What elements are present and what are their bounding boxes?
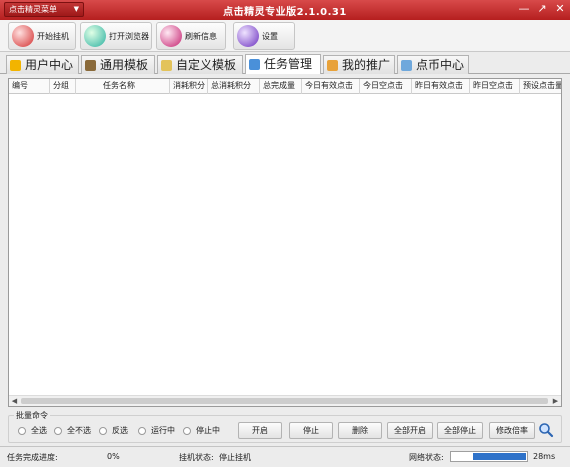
tab-label: 我的推广 (342, 57, 391, 72)
network-status-label: 网络状态: (409, 453, 444, 462)
tab-custom-template[interactable]: 自定义模板 (157, 55, 243, 74)
network-latency: 28ms (533, 452, 556, 461)
refresh-info-label: 刷新信息 (185, 31, 217, 41)
radio-label: 反选 (112, 426, 128, 435)
scroll-right-icon[interactable]: ▶ (550, 396, 561, 406)
column-header[interactable]: 今日有效点击 (302, 79, 360, 94)
radio-icon (138, 426, 146, 435)
delete-button[interactable]: 删除 (338, 422, 382, 439)
browser-icon (84, 25, 106, 47)
column-header[interactable]: 昨日空点击 (470, 79, 520, 94)
tab-label: 任务管理 (264, 57, 313, 71)
settings-button[interactable]: 设置 (233, 22, 295, 50)
column-header[interactable]: 总消耗积分 (208, 79, 260, 94)
horizontal-scrollbar[interactable]: ◀ ▶ (9, 395, 561, 406)
progress-value: 0% (107, 452, 120, 461)
radio-invert[interactable]: 反选 (99, 425, 128, 436)
hang-status-label: 挂机状态: (179, 453, 214, 462)
refresh-info-button[interactable]: 刷新信息 (156, 22, 226, 50)
radio-icon (183, 426, 191, 435)
radio-icon (54, 426, 62, 435)
table-header: 编号 分组 任务名称 消耗积分 总消耗积分 总完成量 今日有效点击 今日空点击 … (9, 79, 561, 94)
star-icon (10, 59, 21, 71)
promotion-icon (327, 59, 338, 71)
stop-all-button[interactable]: 全部停止 (437, 422, 483, 439)
title-bar: 点击精灵菜单 ▼ 点击精灵专业版2.1.0.31 — ↗ ✕ (0, 0, 570, 20)
radio-label: 运行中 (151, 426, 175, 435)
radio-label: 停止中 (196, 426, 220, 435)
column-header[interactable]: 总完成量 (260, 79, 302, 94)
column-header[interactable]: 昨日有效点击 (412, 79, 470, 94)
radio-stopped[interactable]: 停止中 (183, 425, 220, 436)
close-button[interactable]: ✕ (552, 1, 568, 17)
task-icon (249, 59, 260, 70)
status-bar: 任务完成进度: 0% 挂机状态: 停止挂机 网络状态: 28ms (0, 446, 570, 467)
scroll-left-icon[interactable]: ◀ (9, 396, 20, 406)
column-header[interactable]: 任务名称 (76, 79, 170, 94)
radio-label: 全不选 (67, 426, 91, 435)
tab-coin-center[interactable]: 点币中心 (397, 55, 469, 74)
batch-title: 批量命令 (14, 410, 50, 421)
refresh-icon (160, 25, 182, 47)
tab-label: 通用模板 (100, 57, 149, 72)
tab-task-management[interactable]: 任务管理 (245, 54, 321, 74)
column-header[interactable]: 消耗积分 (170, 79, 208, 94)
column-header[interactable]: 编号 (9, 79, 50, 94)
column-header[interactable]: 今日空点击 (360, 79, 412, 94)
tab-my-promotion[interactable]: 我的推广 (323, 55, 395, 74)
stop-button[interactable]: 停止 (289, 422, 333, 439)
column-header[interactable]: 预设点击量 (520, 79, 561, 94)
settings-label: 设置 (262, 31, 278, 41)
cart-icon (401, 59, 412, 71)
tab-label: 用户中心 (25, 57, 74, 72)
tab-bar: 用户中心 通用模板 自定义模板 任务管理 我的推广 点币中心 (0, 54, 570, 74)
start-hang-label: 开始挂机 (37, 31, 69, 41)
start-hang-button[interactable]: 开始挂机 (8, 22, 76, 50)
radio-icon (99, 426, 107, 435)
network-level-fill (473, 453, 526, 460)
tab-label: 点币中心 (416, 57, 465, 72)
gear-icon (237, 25, 259, 47)
tool-icon (85, 59, 96, 71)
app-title: 点击精灵专业版2.1.0.31 (223, 7, 347, 18)
open-browser-button[interactable]: 打开浏览器 (80, 22, 152, 50)
progress-label: 任务完成进度: (7, 453, 58, 462)
radio-icon (18, 426, 26, 435)
start-button[interactable]: 开启 (238, 422, 282, 439)
radio-running[interactable]: 运行中 (138, 425, 175, 436)
open-browser-label: 打开浏览器 (109, 31, 149, 41)
task-table[interactable]: 编号 分组 任务名称 消耗积分 总消耗积分 总完成量 今日有效点击 今日空点击 … (8, 78, 562, 407)
column-header[interactable]: 分组 (50, 79, 76, 94)
maximize-button[interactable]: ↗ (534, 1, 550, 17)
radio-label: 全选 (31, 426, 47, 435)
power-icon (12, 25, 34, 47)
minimize-button[interactable]: — (516, 1, 532, 17)
tab-label: 自定义模板 (176, 57, 237, 72)
folder-icon (161, 59, 172, 71)
hang-status-value: 停止挂机 (219, 453, 251, 462)
toolbar: 开始挂机 打开浏览器 刷新信息 设置 (0, 20, 570, 52)
radio-select-none[interactable]: 全不选 (54, 425, 91, 436)
scroll-thumb[interactable] (21, 398, 548, 404)
tab-general-template[interactable]: 通用模板 (81, 55, 155, 74)
modify-rate-button[interactable]: 修改倍率 (489, 422, 535, 439)
batch-commands: 批量命令 全选 全不选 反选 运行中 停止中 开启 停止 删除 全部开启 全部停… (8, 409, 562, 443)
search-icon[interactable] (538, 422, 554, 438)
network-status-bar (450, 451, 528, 462)
start-all-button[interactable]: 全部开启 (387, 422, 433, 439)
radio-select-all[interactable]: 全选 (18, 425, 47, 436)
tab-user-center[interactable]: 用户中心 (6, 55, 79, 74)
